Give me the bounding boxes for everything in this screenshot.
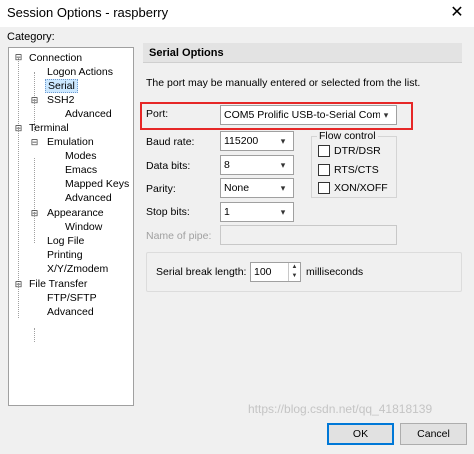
tree-item-file-transfer[interactable]: File Transfer — [27, 277, 89, 291]
spin-down-icon[interactable]: ▼ — [289, 272, 300, 281]
data-bits-dropdown[interactable]: 8 ▾ — [220, 155, 294, 175]
flow-control-group: Flow control DTR/DSR RTS/CTS XON/XOFF — [311, 130, 397, 198]
panel-header: Serial Options — [143, 43, 462, 63]
stop-bits-value: 1 — [224, 206, 230, 218]
dialog-body: Category: ⊟ Connection Logon Actions Ser… — [0, 27, 474, 454]
close-icon[interactable]: ✕ — [446, 1, 468, 25]
parity-value: None — [224, 182, 250, 194]
name-of-pipe-input — [220, 225, 397, 245]
xon-xoff-label: XON/XOFF — [334, 182, 388, 194]
tree-item-emacs[interactable]: Emacs — [63, 163, 99, 177]
tree-item-printing[interactable]: Printing — [45, 248, 85, 262]
serial-break-value: 100 — [254, 266, 272, 278]
dtr-dsr-label: DTR/DSR — [334, 145, 381, 157]
chevron-down-icon: ▾ — [383, 110, 389, 120]
spinner-buttons[interactable]: ▲ ▼ — [288, 263, 300, 281]
data-bits-label: Data bits: — [146, 160, 191, 172]
name-of-pipe-label: Name of pipe: — [146, 230, 212, 242]
data-bits-value: 8 — [224, 159, 230, 171]
port-description: The port may be manually entered or sele… — [146, 77, 421, 89]
checkbox-box[interactable] — [318, 145, 330, 157]
panel-title: Serial Options — [149, 47, 224, 59]
tree-item-mapped-keys[interactable]: Mapped Keys — [63, 177, 131, 191]
tree-item-logon-actions[interactable]: Logon Actions — [45, 65, 115, 79]
rts-cts-label: RTS/CTS — [334, 164, 379, 176]
tree-item-window[interactable]: Window — [63, 220, 104, 234]
chevron-down-icon: ▾ — [280, 136, 286, 146]
ok-button[interactable]: OK — [327, 423, 394, 445]
baud-rate-value: 115200 — [224, 135, 259, 147]
stop-bits-dropdown[interactable]: 1 ▾ — [220, 202, 294, 222]
tree-item-ftp-sftp[interactable]: FTP/SFTP — [45, 291, 99, 305]
category-tree[interactable]: ⊟ Connection Logon Actions Serial ⊟ SSH2… — [8, 47, 134, 406]
cancel-button[interactable]: Cancel — [400, 423, 467, 445]
tree-guide-line — [34, 328, 35, 342]
port-dropdown[interactable]: COM5 Prolific USB-to-Serial Comm Po ▾ — [220, 105, 397, 125]
window-title: Session Options - raspberry — [7, 5, 169, 20]
serial-break-group: Serial break length: 100 ▲ ▼ millisecond… — [146, 252, 462, 292]
tree-item-log-file[interactable]: Log File — [45, 234, 86, 248]
stop-bits-label: Stop bits: — [146, 206, 190, 218]
collapse-icon[interactable]: ⊟ — [30, 209, 39, 218]
collapse-icon[interactable]: ⊟ — [30, 96, 39, 105]
serial-break-unit: milliseconds — [306, 266, 364, 278]
port-label: Port: — [146, 108, 169, 120]
checkbox-box[interactable] — [318, 164, 330, 176]
chevron-down-icon: ▾ — [280, 207, 286, 217]
tree-item-connection[interactable]: Connection — [27, 51, 84, 65]
chevron-down-icon: ▾ — [280, 160, 286, 170]
serial-options-panel: Serial Options The port may be manually … — [140, 41, 465, 406]
tree-item-serial[interactable]: Serial — [45, 79, 78, 93]
serial-break-label: Serial break length: — [156, 266, 247, 278]
parity-dropdown[interactable]: None ▾ — [220, 178, 294, 198]
baud-rate-label: Baud rate: — [146, 136, 195, 148]
tree-item-modes[interactable]: Modes — [63, 149, 99, 163]
checkbox-box[interactable] — [318, 182, 330, 194]
tree-guide-line — [34, 158, 35, 243]
tree-item-xyzmodem[interactable]: X/Y/Zmodem — [45, 262, 110, 276]
tree-item-file-transfer-advanced[interactable]: Advanced — [45, 305, 96, 319]
title-bar: Session Options - raspberry ✕ — [0, 0, 474, 27]
tree-item-terminal[interactable]: Terminal — [27, 121, 71, 135]
serial-break-spinner[interactable]: 100 ▲ ▼ — [250, 262, 301, 282]
collapse-icon[interactable]: ⊟ — [30, 138, 39, 147]
flow-control-legend: Flow control — [317, 130, 378, 142]
parity-label: Parity: — [146, 183, 176, 195]
tree-item-emulation[interactable]: Emulation — [45, 135, 96, 149]
tree-item-emulation-advanced[interactable]: Advanced — [63, 191, 114, 205]
baud-rate-dropdown[interactable]: 115200 ▾ — [220, 131, 294, 151]
tree-item-ssh2[interactable]: SSH2 — [45, 93, 76, 107]
collapse-icon[interactable]: ⊟ — [14, 280, 23, 289]
tree-item-ssh2-advanced[interactable]: Advanced — [63, 107, 114, 121]
watermark: https://blog.csdn.net/qq_41818139 — [248, 402, 433, 416]
chevron-down-icon: ▾ — [280, 183, 286, 193]
port-value: COM5 Prolific USB-to-Serial Comm Po — [224, 109, 380, 121]
category-label: Category: — [7, 31, 55, 43]
tree-item-appearance[interactable]: Appearance — [45, 206, 106, 220]
spin-up-icon[interactable]: ▲ — [289, 263, 300, 272]
collapse-icon[interactable]: ⊟ — [14, 53, 23, 62]
collapse-icon[interactable]: ⊟ — [14, 124, 23, 133]
